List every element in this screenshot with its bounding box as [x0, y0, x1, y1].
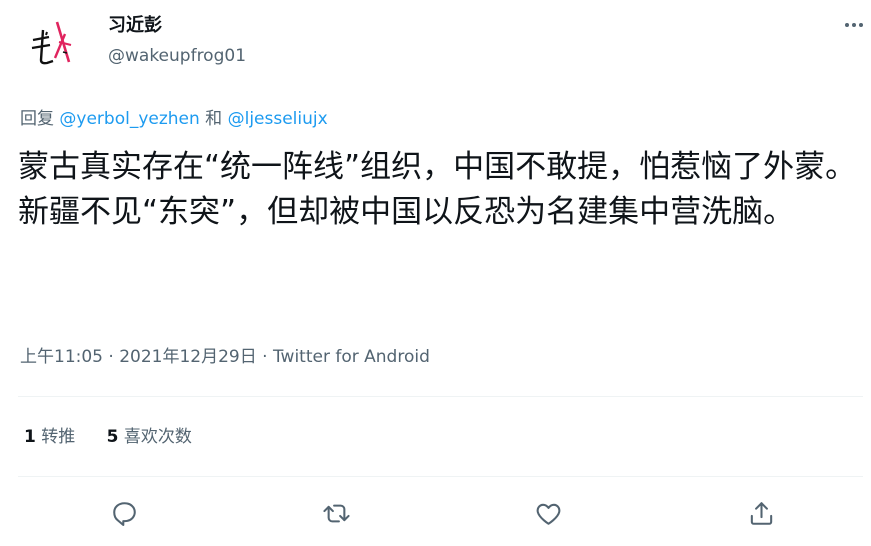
- mention-link[interactable]: @ljesseliujx: [228, 109, 328, 129]
- retweet-button[interactable]: [319, 496, 353, 530]
- more-horizontal-icon: [845, 23, 863, 27]
- retweets-count: 1: [24, 427, 36, 447]
- retweets-label: 转推: [41, 427, 76, 447]
- share-icon: [750, 501, 772, 525]
- tweet-time[interactable]: 上午11:05: [20, 347, 103, 367]
- tweet-date[interactable]: 2021年12月29日: [119, 347, 257, 367]
- user-handle[interactable]: @wakeupfrog01: [108, 45, 246, 67]
- like-button[interactable]: [531, 496, 565, 530]
- divider: [18, 396, 863, 397]
- reply-context: 回复 @yerbol_yezhen 和 @ljesseliujx: [20, 108, 328, 130]
- reply-prefix: 回复: [20, 109, 60, 129]
- tweet-text: 蒙古真实存在“统一阵线”组织，中国不敢提，怕惹恼了外蒙。 新疆不见“东突”，但却…: [18, 149, 857, 230]
- reply-icon: [112, 501, 136, 526]
- meta-separator: ·: [256, 347, 273, 367]
- likes-count: 5: [106, 427, 119, 447]
- meta-separator: ·: [103, 347, 120, 367]
- avatar-calligraphy-image: [31, 21, 72, 65]
- mention-link[interactable]: @yerbol_yezhen: [59, 109, 199, 129]
- share-button[interactable]: [744, 496, 778, 530]
- divider: [18, 476, 863, 477]
- like-icon: [536, 503, 560, 525]
- tweet-stats: 1 转推 5 喜欢次数: [24, 426, 218, 448]
- likes-label: 喜欢次数: [123, 427, 192, 447]
- tweet-source[interactable]: Twitter for Android: [273, 347, 430, 367]
- likes-stat[interactable]: 5 喜欢次数: [107, 426, 192, 448]
- more-options-button[interactable]: [836, 10, 871, 40]
- tweet-meta: 上午11:05 · 2021年12月29日 · Twitter for Andr…: [20, 346, 430, 368]
- retweets-stat[interactable]: 1 转推: [24, 426, 75, 448]
- reply-button[interactable]: [107, 496, 141, 530]
- avatar[interactable]: [19, 12, 79, 72]
- reply-conjunction: 和: [199, 109, 228, 129]
- retweet-icon: [322, 504, 350, 522]
- display-name[interactable]: 习近彭: [108, 14, 162, 38]
